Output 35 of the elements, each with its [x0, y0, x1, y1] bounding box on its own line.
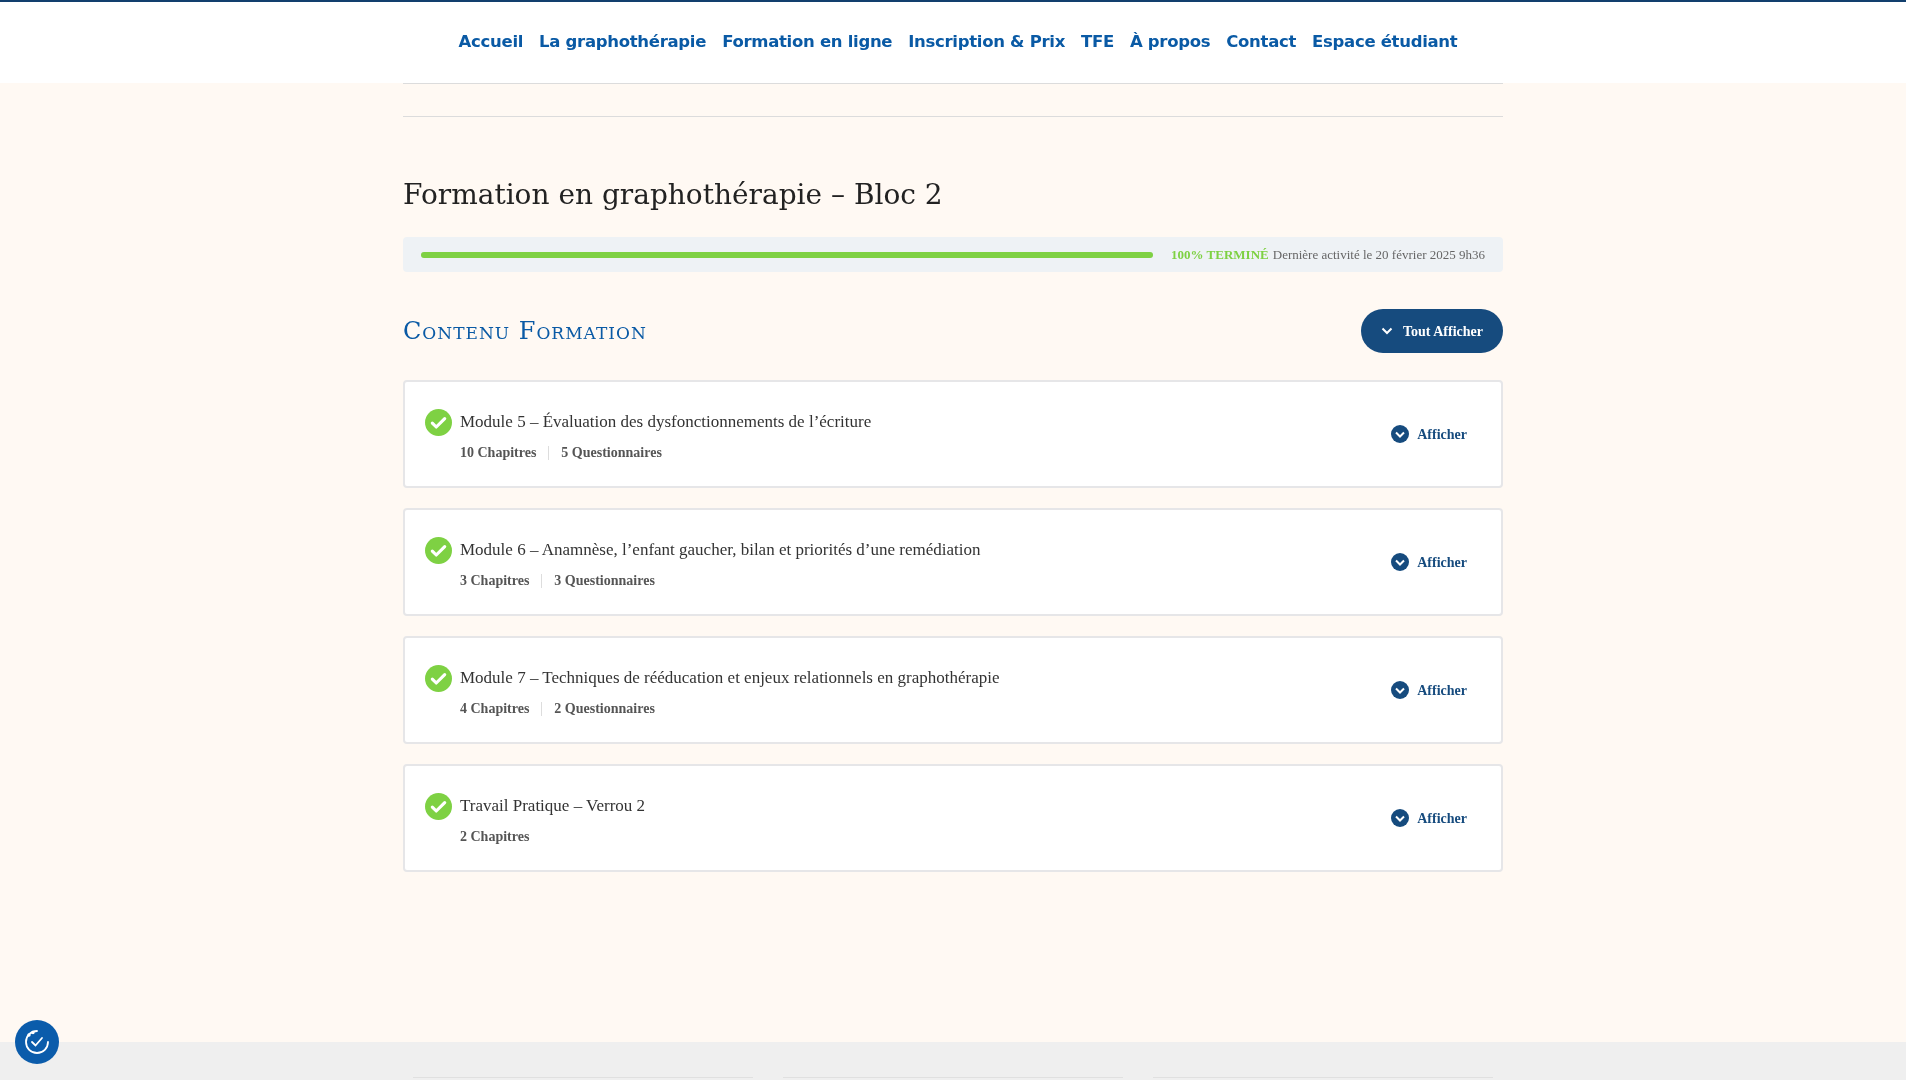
- expand-all-button[interactable]: Tout Afficher: [1361, 309, 1503, 353]
- chevron-circle-icon: [1391, 425, 1410, 443]
- module-title[interactable]: Module 7 – Techniques de rééducation et enjeux relationnels en graphothérapie: [460, 665, 1000, 691]
- module-count: 2 Questionnaires: [541, 701, 655, 716]
- module-count: 4 Chapitres: [460, 701, 530, 716]
- chevron-circle-icon: [1391, 809, 1410, 827]
- nav-link[interactable]: Espace étudiant: [1312, 30, 1458, 55]
- module-count: 3 Chapitres: [460, 573, 530, 588]
- last-activity: Dernière activité le 20 février 2025 9h36: [1272, 245, 1485, 264]
- nav-link[interactable]: À propos: [1129, 30, 1211, 55]
- chevron-circle-icon: [1391, 681, 1410, 699]
- expand-button[interactable]: Afficher: [1391, 679, 1467, 701]
- progress-status: 100% TERMINÉ: [1171, 245, 1269, 264]
- nav-link[interactable]: Contact: [1226, 30, 1297, 55]
- cookie-check-icon: [23, 1028, 51, 1056]
- chevron-down-icon: [1381, 327, 1393, 335]
- module-count: 5 Questionnaires: [548, 445, 662, 460]
- module-title[interactable]: Module 6 – Anamnèse, l’enfant gaucher, bilan et priorités d’une remédiation: [460, 537, 981, 563]
- nav-link[interactable]: La graphothérapie: [539, 30, 707, 55]
- chevron-circle-icon: [1391, 553, 1410, 571]
- module-count: 10 Chapitres: [460, 445, 537, 460]
- module-title[interactable]: Travail Pratique – Verrou 2: [460, 793, 646, 819]
- cookie-settings-button[interactable]: [15, 1020, 59, 1064]
- expand-button[interactable]: Afficher: [1391, 423, 1467, 445]
- expand-button[interactable]: Afficher: [1391, 807, 1467, 829]
- module-title[interactable]: Module 5 – Évaluation des dysfonctionnements de l’écriture: [460, 409, 872, 435]
- nav-link[interactable]: Formation en ligne: [722, 30, 893, 55]
- nav-link[interactable]: Inscription & Prix: [908, 30, 1065, 55]
- nav-link[interactable]: Accueil: [458, 30, 524, 55]
- course-title: Formation en graphothérapie – Bloc 2: [403, 177, 944, 213]
- nav-link[interactable]: TFE: [1081, 30, 1114, 55]
- section-heading: Contenu Formation: [403, 316, 647, 347]
- module-count: 3 Questionnaires: [541, 573, 655, 588]
- module-count: 2 Chapitres: [460, 829, 530, 844]
- expand-button[interactable]: Afficher: [1391, 551, 1467, 573]
